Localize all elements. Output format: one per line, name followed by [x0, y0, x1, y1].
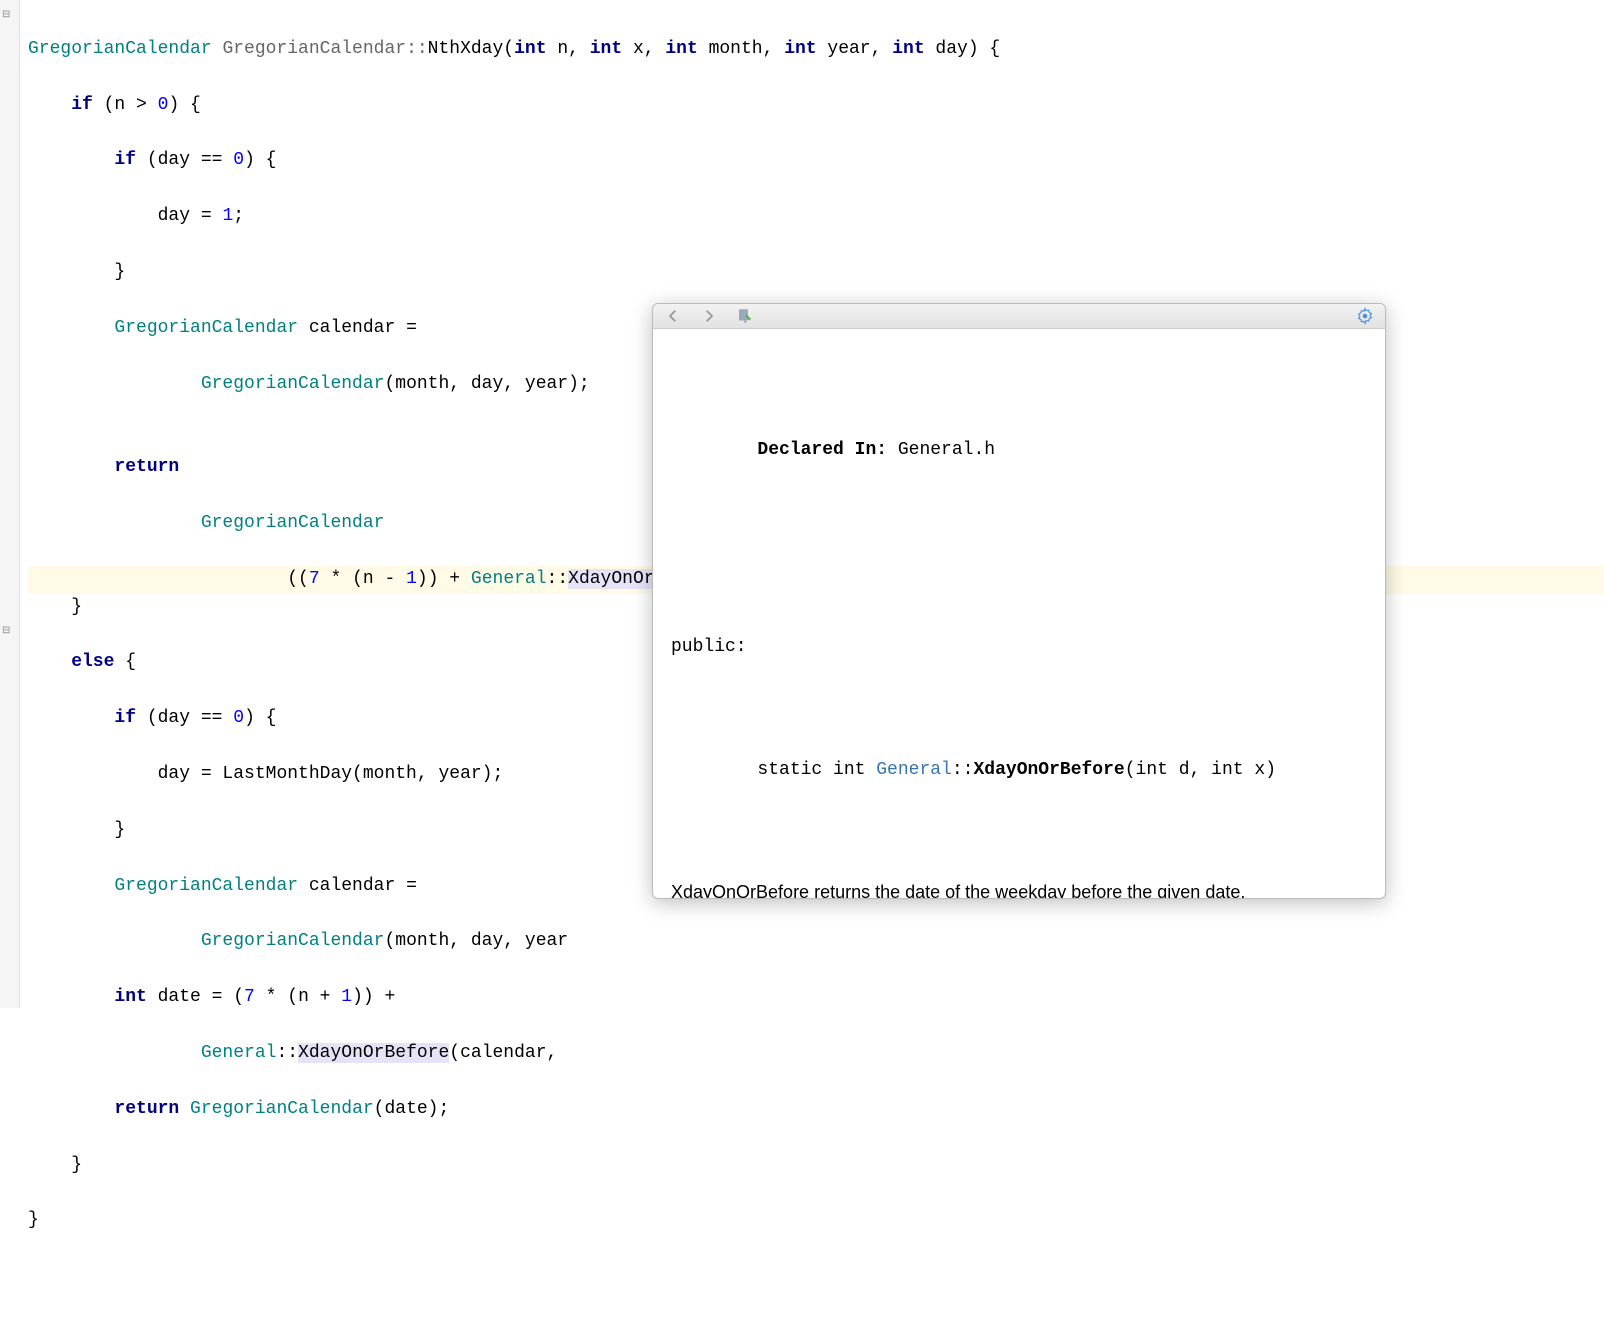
back-button[interactable]: [661, 304, 685, 328]
code-line: }: [28, 1207, 1604, 1235]
code-line: day = 1;: [28, 203, 1604, 231]
declared-in-label: Declared In:: [757, 440, 887, 460]
quick-documentation-popup: Declared In: General.h public: static in…: [652, 303, 1386, 899]
code-line: if (day == 0) {: [28, 147, 1604, 175]
forward-button[interactable]: [697, 304, 721, 328]
code-line: }: [28, 1152, 1604, 1180]
description: XdayOnOrBefore returns the date of the w…: [671, 877, 1367, 899]
signature: static int General::XdayOnOrBefore(int d…: [671, 724, 1367, 816]
popup-toolbar: [653, 304, 1385, 329]
code-editor[interactable]: GregorianCalendar GregorianCalendar::Nth…: [20, 0, 1604, 1008]
editor-gutter: ⊟ ⊟: [0, 0, 20, 1008]
code-line: General::XdayOnOrBefore(calendar,: [28, 1040, 1604, 1068]
settings-button[interactable]: [1353, 304, 1377, 328]
code-line: GregorianCalendar GregorianCalendar::Nth…: [28, 36, 1604, 64]
code-line: GregorianCalendar(month, day, year: [28, 928, 1604, 956]
edit-source-button[interactable]: [733, 304, 757, 328]
declared-in-value: General.h: [887, 440, 995, 460]
code-line: return GregorianCalendar(date);: [28, 1096, 1604, 1124]
symbol-reference[interactable]: XdayOnOrBefore: [298, 1043, 449, 1063]
code-line: }: [28, 259, 1604, 287]
code-line: if (n > 0) {: [28, 92, 1604, 120]
access-modifier: public:: [671, 632, 1367, 663]
popup-content: Declared In: General.h public: static in…: [653, 329, 1385, 899]
fold-marker-icon[interactable]: ⊟: [2, 9, 10, 21]
fold-marker-icon[interactable]: ⊟: [2, 625, 10, 637]
